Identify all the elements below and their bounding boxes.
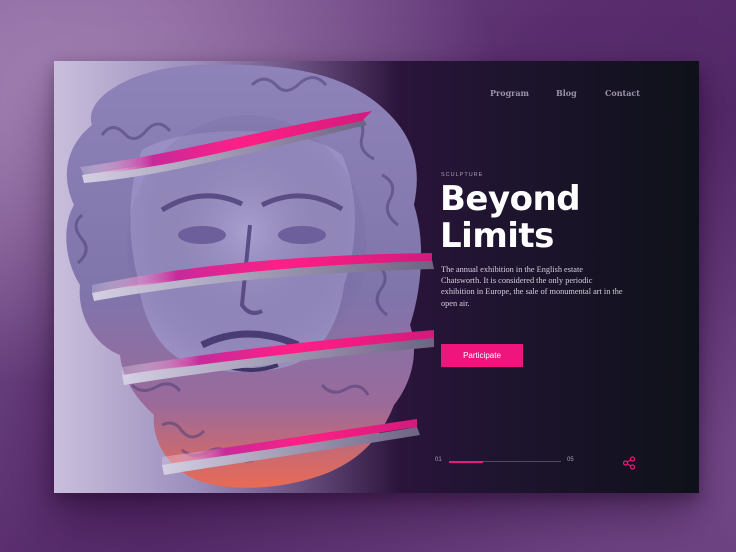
pager-progress [449, 460, 483, 463]
slide-pager: 01 05 [435, 457, 575, 467]
title-line-2: Limits [440, 216, 554, 256]
pager-total: 05 [567, 457, 574, 463]
nav-link-blog[interactable]: Blog [556, 88, 577, 98]
nav-link-contact[interactable]: Contact [605, 88, 640, 98]
hero-card: Program Blog Contact SCULPTURE Beyond Li… [54, 61, 699, 493]
participate-button[interactable]: Participate [441, 344, 523, 367]
nav-link-program[interactable]: Program [490, 88, 529, 98]
pager-current: 01 [435, 457, 442, 463]
hero-description: The annual exhibition in the English est… [441, 265, 623, 308]
sliced-sculpture-image [66, 64, 434, 488]
title-line-1: Beyond [440, 179, 581, 219]
page-title: Beyond Limits [440, 181, 640, 255]
section-eyebrow: SCULPTURE [441, 172, 484, 178]
share-icon[interactable] [622, 456, 636, 470]
